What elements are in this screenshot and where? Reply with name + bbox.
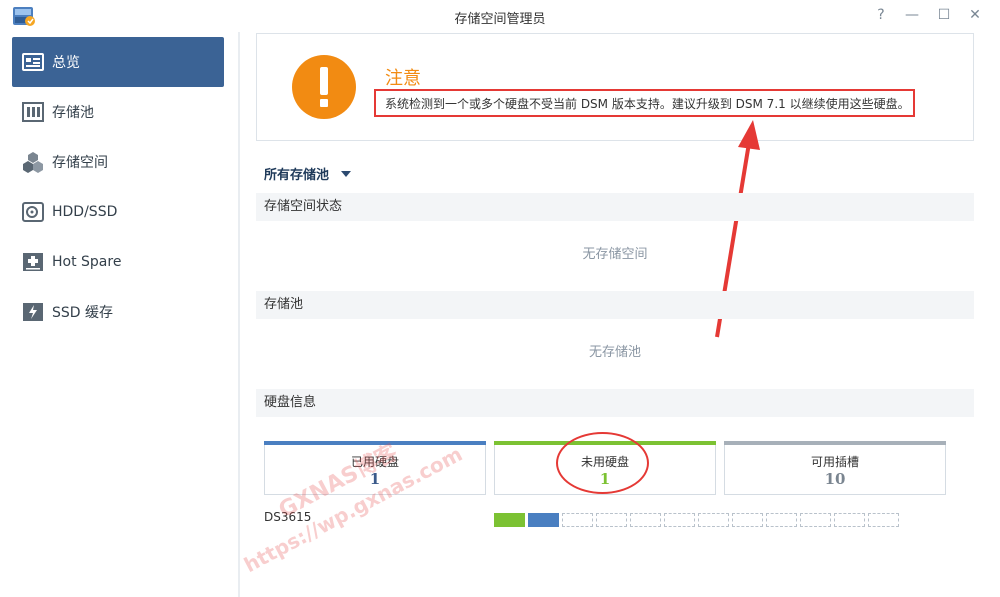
sidebar-item-label: SSD 缓存 xyxy=(52,305,114,321)
storage-pool-icon xyxy=(22,101,44,123)
annotation-highlight-box xyxy=(374,89,915,117)
pool-selector-value: 所有存储池 xyxy=(264,168,330,183)
disk-slot-empty[interactable] xyxy=(766,513,797,527)
disk-slot-empty[interactable] xyxy=(868,513,899,527)
sidebar-item-label: 总览 xyxy=(52,55,80,71)
disk-slot-empty[interactable] xyxy=(698,513,729,527)
ssd-cache-icon xyxy=(22,301,44,323)
disk-slot-empty[interactable] xyxy=(800,513,831,527)
disk-slot-empty[interactable] xyxy=(732,513,763,527)
warning-icon xyxy=(292,55,356,119)
sidebar-item-hdd-ssd[interactable]: HDD/SSD xyxy=(12,187,224,237)
sidebar-item-ssd-cache[interactable]: SSD 缓存 xyxy=(12,287,224,337)
sidebar: 总览 存储池 存储空间 HDD/SSD Hot Spare SSD 缓存 xyxy=(0,32,238,597)
disk-info-header: 硬盘信息 xyxy=(256,389,974,417)
maximize-button[interactable]: ☐ xyxy=(935,6,953,24)
sidebar-item-hot-spare[interactable]: Hot Spare xyxy=(12,237,224,287)
sidebar-item-volume[interactable]: 存储空间 xyxy=(12,137,224,187)
disk-slot-empty[interactable] xyxy=(596,513,627,527)
minimize-button[interactable]: — xyxy=(903,6,921,24)
card-count: 10 xyxy=(824,470,846,488)
notice-title: 注意 xyxy=(385,68,421,89)
disk-slot-empty[interactable] xyxy=(834,513,865,527)
disk-slot-empty[interactable] xyxy=(562,513,593,527)
sidebar-divider xyxy=(238,32,240,597)
volume-empty-text: 无存储空间 xyxy=(582,247,648,262)
sidebar-item-label: HDD/SSD xyxy=(52,204,118,220)
card-label: 可用插槽 xyxy=(810,455,859,469)
sidebar-item-label: Hot Spare xyxy=(52,254,122,270)
hdd-icon xyxy=(22,201,44,223)
storage-pool-empty-text: 无存储池 xyxy=(588,345,641,360)
notice-panel: 注意 系统检测到一个或多个硬盘不受当前 DSM 版本支持。建议升级到 DSM 7… xyxy=(256,33,974,141)
chevron-down-icon xyxy=(341,170,352,177)
annotation-circle xyxy=(556,432,649,494)
window-title: 存储空间管理员 xyxy=(454,12,546,27)
disk-slot-empty[interactable] xyxy=(630,513,661,527)
help-button[interactable]: ? xyxy=(872,6,890,24)
available-slots-card: 可用插槽 10 xyxy=(724,441,946,495)
hot-spare-icon xyxy=(22,251,44,273)
overview-icon xyxy=(22,51,44,73)
close-button[interactable]: ✕ xyxy=(966,6,984,24)
storage-pool-header: 存储池 xyxy=(256,291,974,319)
disk-slot-empty[interactable] xyxy=(664,513,695,527)
volume-icon xyxy=(22,151,44,173)
sidebar-item-label: 存储空间 xyxy=(52,155,108,171)
volume-status-header: 存储空间状态 xyxy=(256,193,974,221)
sidebar-item-storage-pool[interactable]: 存储池 xyxy=(12,87,224,137)
sidebar-item-overview[interactable]: 总览 xyxy=(12,37,224,87)
sidebar-item-label: 存储池 xyxy=(52,105,94,121)
pool-selector[interactable]: 所有存储池 xyxy=(264,164,352,183)
disk-slot-used[interactable] xyxy=(528,513,559,527)
title-bar: 存储空间管理员 ? — ☐ ✕ xyxy=(0,0,1000,32)
disk-slot-unused[interactable] xyxy=(494,513,525,527)
